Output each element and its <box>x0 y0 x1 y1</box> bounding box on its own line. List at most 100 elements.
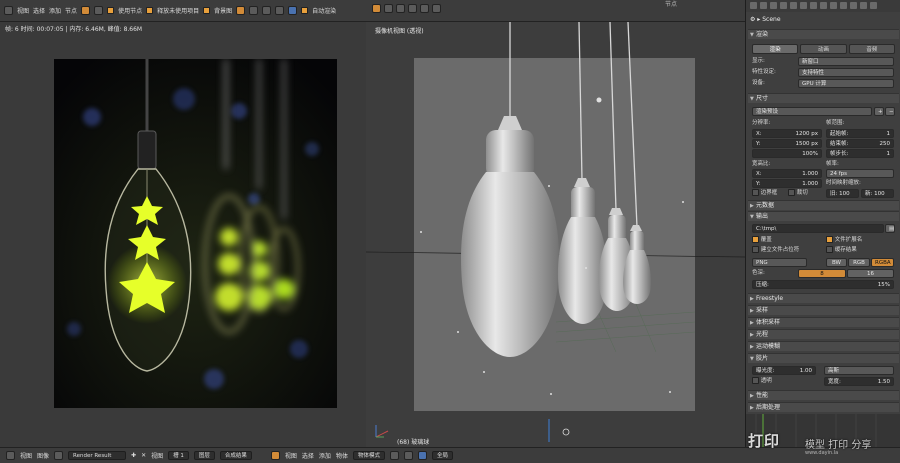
scene-tab-icon[interactable] <box>780 2 787 9</box>
shader-node-icon[interactable] <box>81 6 91 15</box>
channel-alpha-icon[interactable] <box>249 6 259 15</box>
rgb-button[interactable]: RGB <box>848 258 870 267</box>
viewport-menu-add[interactable]: 添加 <box>319 451 331 460</box>
folder-icon[interactable]: ▤ <box>885 224 895 233</box>
bottom-menu-view[interactable]: 视图 <box>20 451 32 460</box>
viewport-layer-icon[interactable] <box>432 4 441 13</box>
output-path-input[interactable]: C:\tmp\ <box>752 224 884 233</box>
transparent-checkbox[interactable] <box>752 377 759 384</box>
bw-button[interactable]: BW <box>826 258 847 267</box>
backdrop-checkbox[interactable] <box>203 7 211 14</box>
cache-result-checkbox[interactable] <box>826 246 833 253</box>
material-tab-icon[interactable] <box>840 2 847 9</box>
add-preset-button[interactable]: + <box>874 107 884 116</box>
menu-node[interactable]: 节点 <box>65 6 77 15</box>
bottom-menu-image[interactable]: 图像 <box>37 451 49 460</box>
file-ext-row[interactable]: 文件扩展名 <box>826 236 862 245</box>
image-name-field[interactable]: Render Result <box>68 451 127 460</box>
pivot-point-icon[interactable] <box>403 451 413 460</box>
add-image-icon[interactable]: ✚ <box>131 452 136 459</box>
viewport-overlay-icon[interactable] <box>408 4 417 13</box>
file-format-select[interactable]: PNG <box>752 258 807 267</box>
transform-orientation-select[interactable]: 全局 <box>431 451 453 460</box>
crop-checkbox-row[interactable]: 裁切 <box>788 189 808 198</box>
filter-width-field[interactable]: 宽度: 1.50 <box>824 377 894 386</box>
menu-view[interactable]: 视图 <box>17 6 29 15</box>
aspect-y-field[interactable]: Y: 1.000 <box>752 179 822 188</box>
bottom-menu-view2[interactable]: 视图 <box>151 451 163 460</box>
composite-select[interactable]: 合成结果 <box>219 451 252 460</box>
res-percent-slider[interactable]: 100% <box>752 149 822 158</box>
image-editor-type-icon[interactable] <box>6 451 15 460</box>
border-checkbox[interactable] <box>752 189 759 196</box>
viewport-shading-icon[interactable] <box>384 4 393 13</box>
viewport-menu-select[interactable]: 选择 <box>302 451 314 460</box>
animation-button[interactable]: 动画 <box>800 44 847 54</box>
frame-step-field[interactable]: 帧步长: 1 <box>826 149 894 158</box>
render-button[interactable]: 渲染 <box>752 44 799 54</box>
res-y-field[interactable]: Y: 1500 px <box>752 139 822 148</box>
output-panel-header[interactable]: ▼ 输出 <box>748 211 899 221</box>
transparent-row[interactable]: 透明 <box>752 377 772 386</box>
post-processing-panel-header[interactable]: ▶ 后期处理 <box>748 402 899 412</box>
frame-end-field[interactable]: 结束帧: 250 <box>826 139 894 148</box>
channel-r-icon[interactable] <box>262 6 272 15</box>
depth-8-button[interactable]: 8 <box>798 269 846 278</box>
properties-editor-icon[interactable] <box>750 2 757 9</box>
remap-old-field[interactable]: 旧: 100 <box>826 189 859 198</box>
device-select[interactable]: GPU 计算 <box>798 79 894 88</box>
sampling-panel-header[interactable]: ▶ 采样 <box>748 305 899 315</box>
aspect-x-field[interactable]: X: 1.000 <box>752 169 822 178</box>
freestyle-panel-header[interactable]: ▶ Freestyle <box>748 293 899 303</box>
cache-result-row[interactable]: 缓存结果 <box>826 246 857 255</box>
feature-set-select[interactable]: 支持特性 <box>798 68 894 77</box>
volume-panel-header[interactable]: ▶ 体积采样 <box>748 317 899 327</box>
render-panel-header[interactable]: ▼ 渲染 <box>748 29 899 39</box>
remap-new-field[interactable]: 新: 100 <box>861 189 894 198</box>
render-tab-icon[interactable] <box>760 2 767 9</box>
frame-start-field[interactable]: 起始帧: 1 <box>826 129 894 138</box>
filter-type-select[interactable]: 高斯 <box>824 366 894 375</box>
performance-panel-header[interactable]: ▶ 性能 <box>748 390 899 400</box>
texture-tab-icon[interactable] <box>850 2 857 9</box>
remove-preset-button[interactable]: − <box>885 107 895 116</box>
manipulator-icon[interactable] <box>417 451 427 460</box>
use-nodes-checkbox[interactable] <box>107 7 115 14</box>
overwrite-row[interactable]: 覆盖 <box>752 236 772 245</box>
channel-b-icon[interactable] <box>288 6 298 15</box>
frame-rate-select[interactable]: 24 fps <box>826 169 894 178</box>
exposure-field[interactable]: 曝光度: 1.00 <box>752 366 816 375</box>
close-image-icon[interactable]: ✕ <box>141 452 146 459</box>
overwrite-checkbox[interactable] <box>752 236 759 243</box>
file-ext-checkbox[interactable] <box>826 236 833 243</box>
channel-rgb-icon[interactable] <box>236 6 246 15</box>
physics-tab-icon[interactable] <box>870 2 877 9</box>
data-tab-icon[interactable] <box>830 2 837 9</box>
3d-viewport[interactable]: 摄像机视图 (透视) (68) 玻璃球 <box>366 22 745 447</box>
render-layer-select[interactable]: 图层 <box>193 451 215 460</box>
crop-checkbox[interactable] <box>788 189 795 196</box>
modifiers-tab-icon[interactable] <box>820 2 827 9</box>
compositing-node-icon[interactable] <box>94 6 104 15</box>
viewport-menu-object[interactable]: 物体 <box>336 451 348 460</box>
particles-tab-icon[interactable] <box>860 2 867 9</box>
rgba-button[interactable]: RGBA <box>871 258 894 267</box>
world-tab-icon[interactable] <box>790 2 797 9</box>
viewport-shading-select-icon[interactable] <box>389 451 399 460</box>
menu-add[interactable]: 添加 <box>49 6 61 15</box>
free-unused-checkbox[interactable] <box>146 7 154 14</box>
layers-tab-icon[interactable] <box>770 2 777 9</box>
viewport-pivot-icon[interactable] <box>396 4 405 13</box>
film-panel-header[interactable]: ▼ 胶片 <box>748 353 899 363</box>
audio-button[interactable]: 音频 <box>848 44 895 54</box>
display-select[interactable]: 新窗口 <box>798 57 894 66</box>
mode-select[interactable]: 物体模式 <box>352 451 385 460</box>
placeholders-row[interactable]: 建立文件占位符 <box>752 246 799 255</box>
dimensions-panel-header[interactable]: ▼ 尺寸 <box>748 93 899 103</box>
render-result-image[interactable] <box>54 59 337 408</box>
image-browse-icon[interactable] <box>54 451 64 460</box>
channel-g-icon[interactable] <box>275 6 285 15</box>
metadata-panel-header[interactable]: ▶ 元数据 <box>748 200 899 210</box>
menu-select[interactable]: 选择 <box>33 6 45 15</box>
border-checkbox-row[interactable]: 边界框 <box>752 189 777 198</box>
